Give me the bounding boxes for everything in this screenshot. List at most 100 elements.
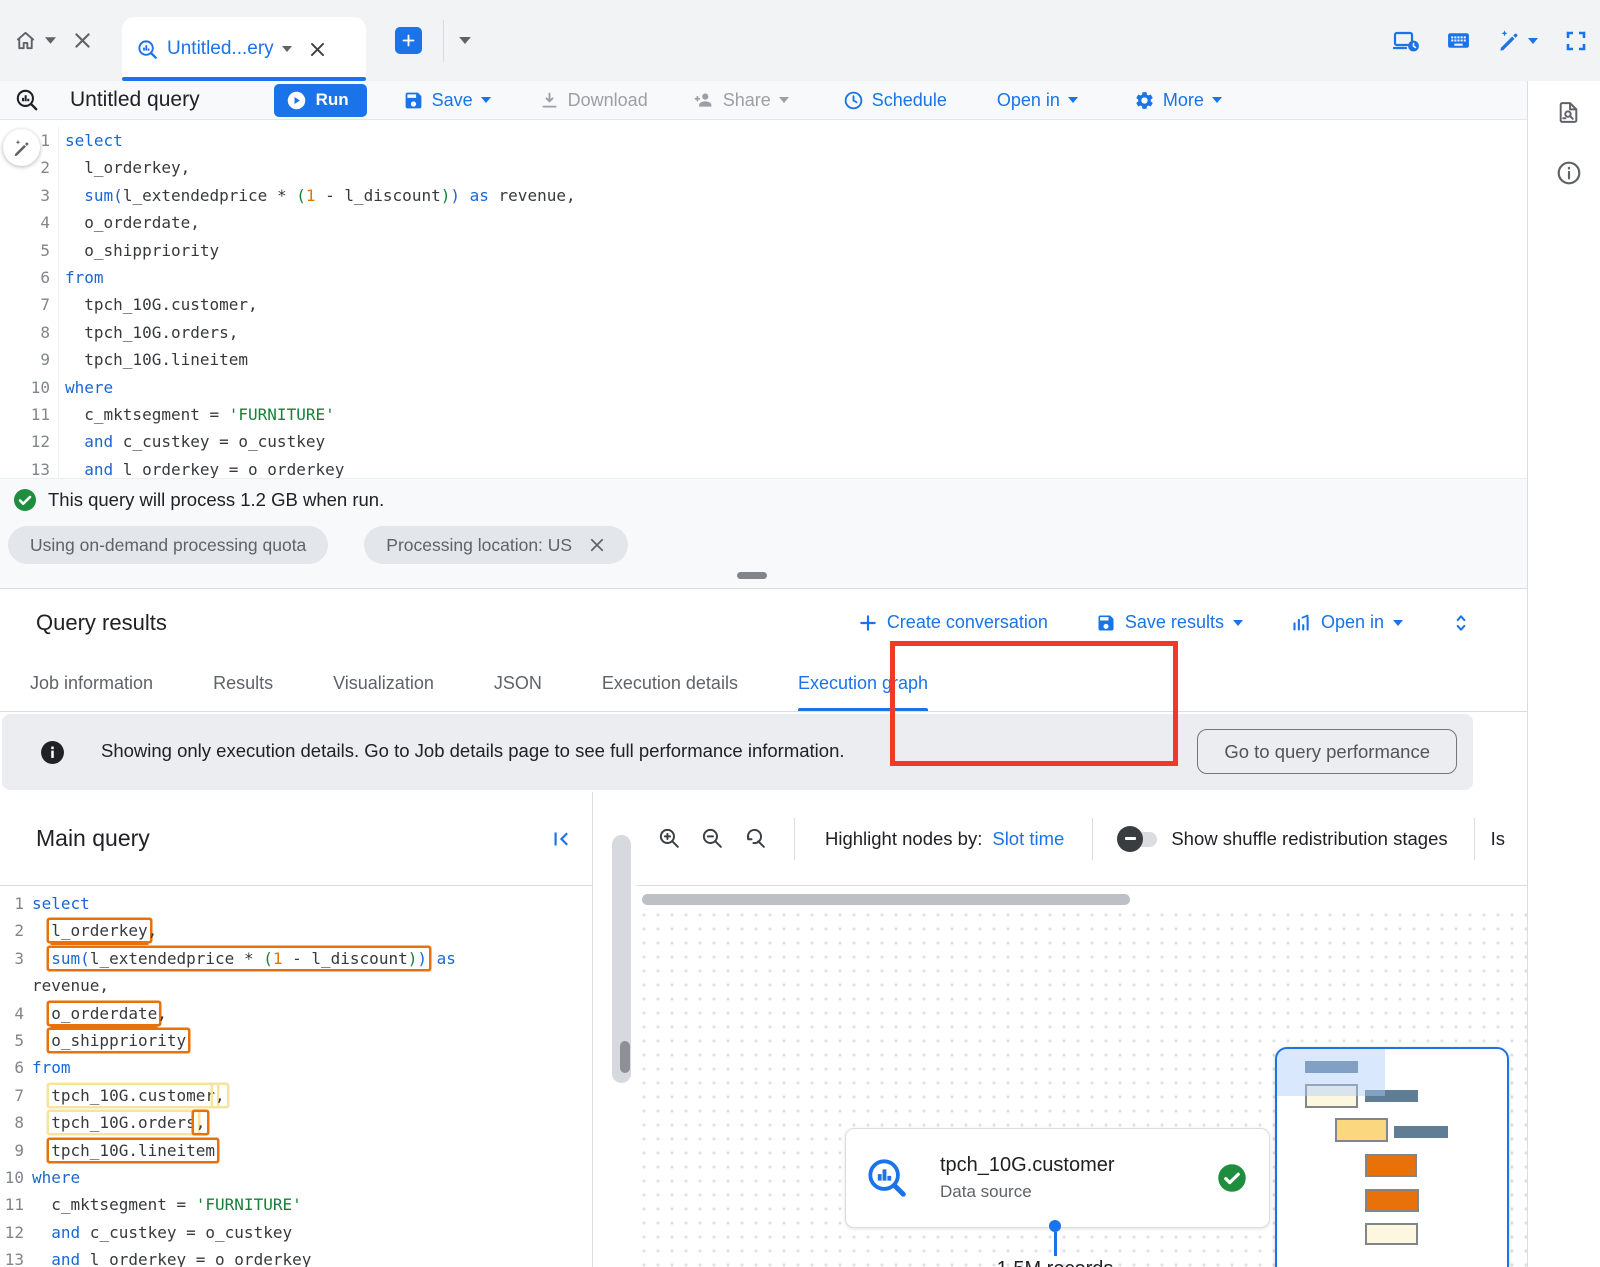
- tab-results[interactable]: Results: [183, 656, 303, 711]
- save-results-caret-icon: [1233, 620, 1243, 626]
- run-button[interactable]: Run: [274, 84, 367, 117]
- query-tab[interactable]: Untitled...ery: [122, 17, 366, 81]
- edge-start-dot: [1049, 1220, 1061, 1232]
- save-button[interactable]: Save: [403, 90, 491, 111]
- main-query-title: Main query: [36, 825, 150, 852]
- minimap-viewport[interactable]: [1277, 1049, 1385, 1096]
- zoom-reset-icon[interactable]: [743, 826, 768, 851]
- chip-close-icon[interactable]: [588, 536, 606, 554]
- main-query-panel: Main query 1select2 l_orderkey,3 sum(l_e…: [0, 792, 592, 1267]
- tab-visualization[interactable]: Visualization: [303, 656, 464, 711]
- line-number: 3: [0, 182, 59, 209]
- sql-editor[interactable]: 1select2 l_orderkey,3 sum(l_extendedpric…: [0, 120, 1527, 485]
- highlighted-token: tpch_10G.orders: [49, 1112, 198, 1133]
- tab-job-information[interactable]: Job information: [0, 656, 183, 711]
- quota-chip: Using on-demand processing quota: [8, 526, 328, 564]
- code-line: 4 o_orderdate,: [0, 209, 1527, 236]
- keyboard-icon[interactable]: [1446, 28, 1471, 53]
- code-line: 10where: [0, 374, 1527, 401]
- execution-graph-panel: Highlight nodes by: Slot time Show shuff…: [637, 792, 1527, 1267]
- schedule-button[interactable]: Schedule: [843, 90, 947, 111]
- execution-details-banner: Showing only execution details. Go to Jo…: [2, 714, 1473, 790]
- home-icon[interactable]: [14, 29, 37, 52]
- create-conversation-button[interactable]: Create conversation: [858, 612, 1048, 633]
- code-line: 2 l_orderkey,: [0, 917, 592, 944]
- code-line: 6from: [0, 1054, 592, 1081]
- graph-node-datasource[interactable]: tpch_10G.customer Data source: [845, 1128, 1270, 1228]
- status-message: This query will process 1.2 GB when run.: [48, 489, 384, 511]
- go-to-query-performance-button[interactable]: Go to query performance: [1197, 729, 1457, 774]
- slot-time-select[interactable]: Slot time: [992, 828, 1064, 850]
- shuffle-toggle[interactable]: [1117, 830, 1157, 848]
- zoom-out-icon[interactable]: [700, 826, 725, 851]
- tab-list-caret-icon[interactable]: [459, 37, 471, 44]
- new-tab-button[interactable]: [395, 27, 422, 54]
- query-title: Untitled query: [70, 88, 200, 112]
- check-circle-icon: [13, 488, 37, 512]
- tab-title: Untitled...ery: [167, 38, 274, 60]
- ai-assist-button[interactable]: [1497, 28, 1538, 53]
- graph-canvas[interactable]: tpch_10G.customer Data source 1.5M recor…: [637, 908, 1527, 1267]
- zoom-in-icon[interactable]: [657, 826, 682, 851]
- right-sidebar: [1527, 81, 1600, 1267]
- info-outline-icon[interactable]: [1556, 160, 1582, 186]
- collapse-panel-icon[interactable]: [548, 826, 574, 852]
- share-caret-icon: [779, 97, 789, 103]
- line-number: 3: [0, 945, 32, 972]
- line-number: 5: [0, 237, 59, 264]
- devices-schedule-icon[interactable]: [1393, 29, 1420, 53]
- vertical-scrollbar-thumb[interactable]: [620, 1041, 630, 1073]
- main-query-code[interactable]: 1select2 l_orderkey,3 sum(l_extendedpric…: [0, 886, 592, 1267]
- minimap-node: [1365, 1223, 1418, 1245]
- tab-strip: Untitled...ery: [0, 0, 1600, 82]
- open-in-results-caret-icon: [1393, 620, 1403, 626]
- expand-collapse-icon[interactable]: [1451, 611, 1471, 635]
- job-explorer-icon[interactable]: [1556, 100, 1581, 125]
- tab-caret-icon[interactable]: [282, 46, 292, 52]
- highlight-nodes-label: Highlight nodes by:: [825, 828, 982, 850]
- graph-toolbar: Highlight nodes by: Slot time Show shuff…: [637, 792, 1527, 886]
- results-header: Query results Create conversation Save r…: [0, 588, 1527, 656]
- more-button[interactable]: More: [1134, 90, 1222, 111]
- graph-minimap[interactable]: [1275, 1047, 1509, 1267]
- close-split-icon[interactable]: [72, 30, 93, 51]
- gemini-assist-button[interactable]: [3, 129, 40, 166]
- line-number: 4: [0, 1000, 32, 1027]
- line-number: 6: [0, 1054, 32, 1081]
- tab-close-icon[interactable]: [308, 40, 327, 59]
- highlighted-token: ,: [194, 1112, 208, 1133]
- minimap-node: [1394, 1126, 1448, 1138]
- highlighted-token: l_orderkey: [49, 920, 149, 941]
- horizontal-scrollbar-thumb[interactable]: [642, 894, 1130, 905]
- line-number: 8: [0, 1109, 32, 1136]
- minimap-node: [1335, 1118, 1388, 1142]
- open-in-results-button[interactable]: Open in: [1291, 612, 1403, 633]
- play-circle-icon: [286, 90, 307, 111]
- highlighted-token: sum(l_extendedprice * (1 - l_discount)): [49, 948, 429, 969]
- code-line: 9 tpch_10G.lineitem: [0, 346, 1527, 373]
- line-number: 9: [0, 346, 59, 373]
- download-icon: [539, 90, 560, 111]
- open-in-button[interactable]: Open in: [997, 90, 1078, 111]
- code-line: 2 l_orderkey,: [0, 154, 1527, 181]
- code-line: 5 o_shippriority: [0, 1027, 592, 1054]
- plus-icon: [858, 613, 878, 633]
- shuffle-label: Show shuffle redistribution stages: [1171, 828, 1447, 850]
- chart-icon: [1291, 612, 1312, 633]
- panel-resize-handle[interactable]: [737, 572, 767, 579]
- person-add-icon: [692, 90, 715, 111]
- bigquery-workspace: Untitled...ery: [0, 0, 1600, 1267]
- line-number: 8: [0, 319, 59, 346]
- tab-execution-details[interactable]: Execution details: [572, 656, 768, 711]
- line-number: 5: [0, 1027, 32, 1054]
- code-line: 13 and l_orderkey = o_orderkey: [0, 1246, 592, 1267]
- save-icon: [403, 90, 424, 111]
- code-line: 10where: [0, 1164, 592, 1191]
- save-results-button[interactable]: Save results: [1096, 612, 1243, 633]
- share-button: Share: [692, 90, 789, 111]
- query-status-bar: This query will process 1.2 GB when run.…: [0, 478, 1527, 588]
- tab-json[interactable]: JSON: [464, 656, 572, 711]
- home-caret-icon[interactable]: [45, 37, 56, 44]
- fullscreen-icon[interactable]: [1564, 29, 1588, 53]
- save-caret-icon: [481, 97, 491, 103]
